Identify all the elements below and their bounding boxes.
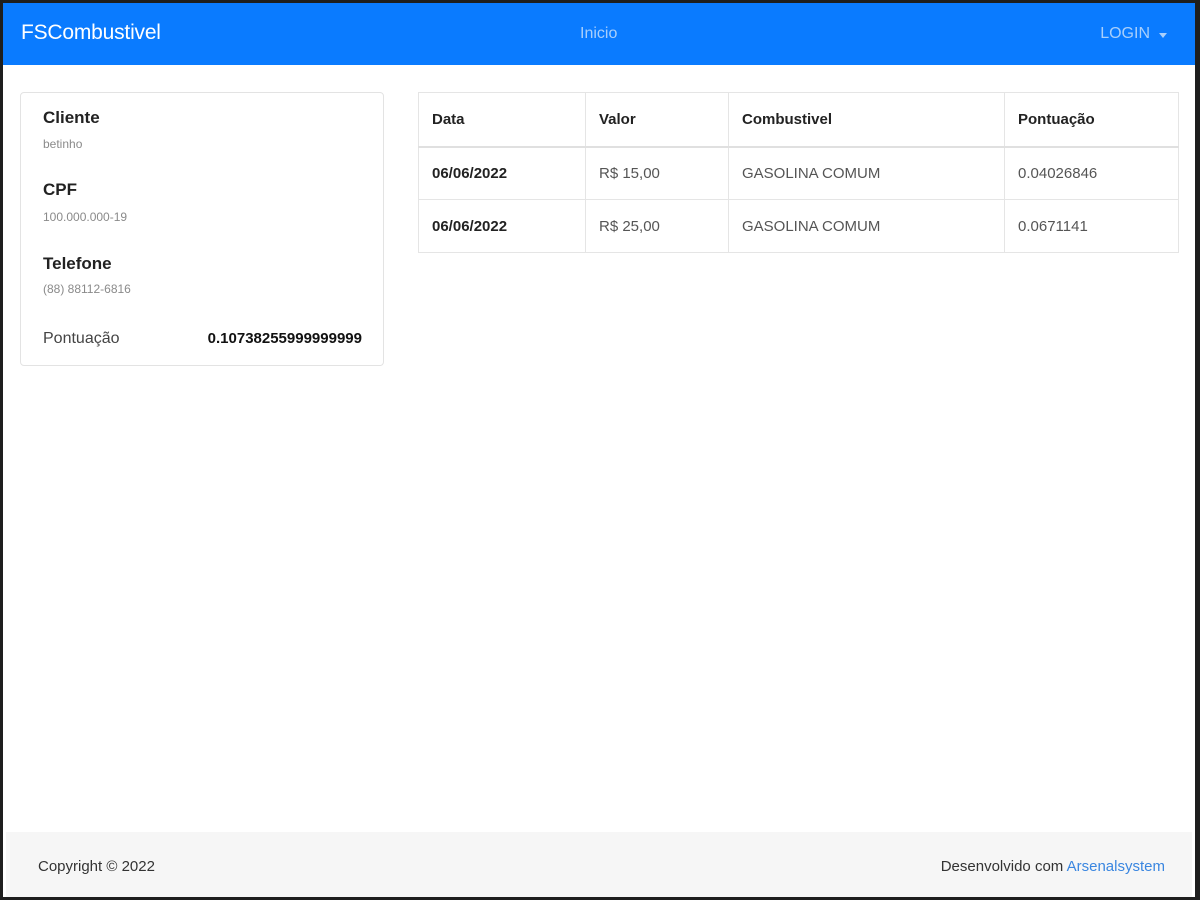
score-label: Pontuação [43,330,120,347]
cell-date: 06/06/2022 [418,199,586,253]
cell-valor: R$ 25,00 [585,199,729,253]
transactions-table: Data Valor Combustivel Pontuação 06/06/2… [418,92,1179,253]
cell-pontuacao: 0.0671141 [1004,199,1179,253]
arsenalsystem-link[interactable]: Arsenalsystem [1067,858,1165,875]
copyright-text: Copyright © 2022 [38,858,155,875]
top-navbar: FSCombustivel Inicio LOGIN [3,3,1195,65]
cpf-label: CPF [43,180,77,199]
cell-pontuacao: 0.04026846 [1004,146,1179,200]
browser-viewport: FSCombustivel Inicio LOGIN Cliente betin… [3,3,1195,897]
client-card: Cliente betinho CPF 100.000.000-19 Telef… [20,92,384,366]
caret-down-icon [1159,32,1167,38]
header-data: Data [418,92,586,148]
login-dropdown[interactable]: LOGIN [1100,25,1167,43]
developed-prefix: Desenvolvido com [940,858,1067,875]
client-name-value: betinho [43,137,83,151]
login-label: LOGIN [1100,25,1150,42]
cpf-value: 100.000.000-19 [43,210,128,224]
nav-inicio-link[interactable]: Inicio [580,25,617,43]
score-value: 0.10738255999999999 [207,330,362,347]
phone-value: (88) 88112-6816 [43,282,131,296]
table-row: 06/06/2022 R$ 15,00 GASOLINA COMUM 0.040… [418,146,1179,200]
cell-date: 06/06/2022 [418,146,586,200]
phone-label: Telefone [43,254,112,273]
table-header-row: Data Valor Combustivel Pontuação [418,92,1179,148]
cell-valor: R$ 15,00 [585,146,729,200]
developed-by: Desenvolvido com Arsenalsystem [941,858,1165,875]
cell-combustivel: GASOLINA COMUM [728,146,1005,200]
client-name-label: Cliente [43,108,100,127]
header-valor: Valor [585,92,729,148]
header-pontuacao: Pontuação [1004,92,1179,148]
cell-combustivel: GASOLINA COMUM [728,199,1005,253]
brand-link[interactable]: FSCombustivel [21,21,161,45]
header-combustivel: Combustivel [728,92,1005,148]
transactions-table-wrapper: Data Valor Combustivel Pontuação 06/06/2… [418,92,1179,253]
table-row: 06/06/2022 R$ 25,00 GASOLINA COMUM 0.067… [418,199,1179,253]
page-footer: Copyright © 2022 Desenvolvido com Arsena… [6,832,1192,897]
